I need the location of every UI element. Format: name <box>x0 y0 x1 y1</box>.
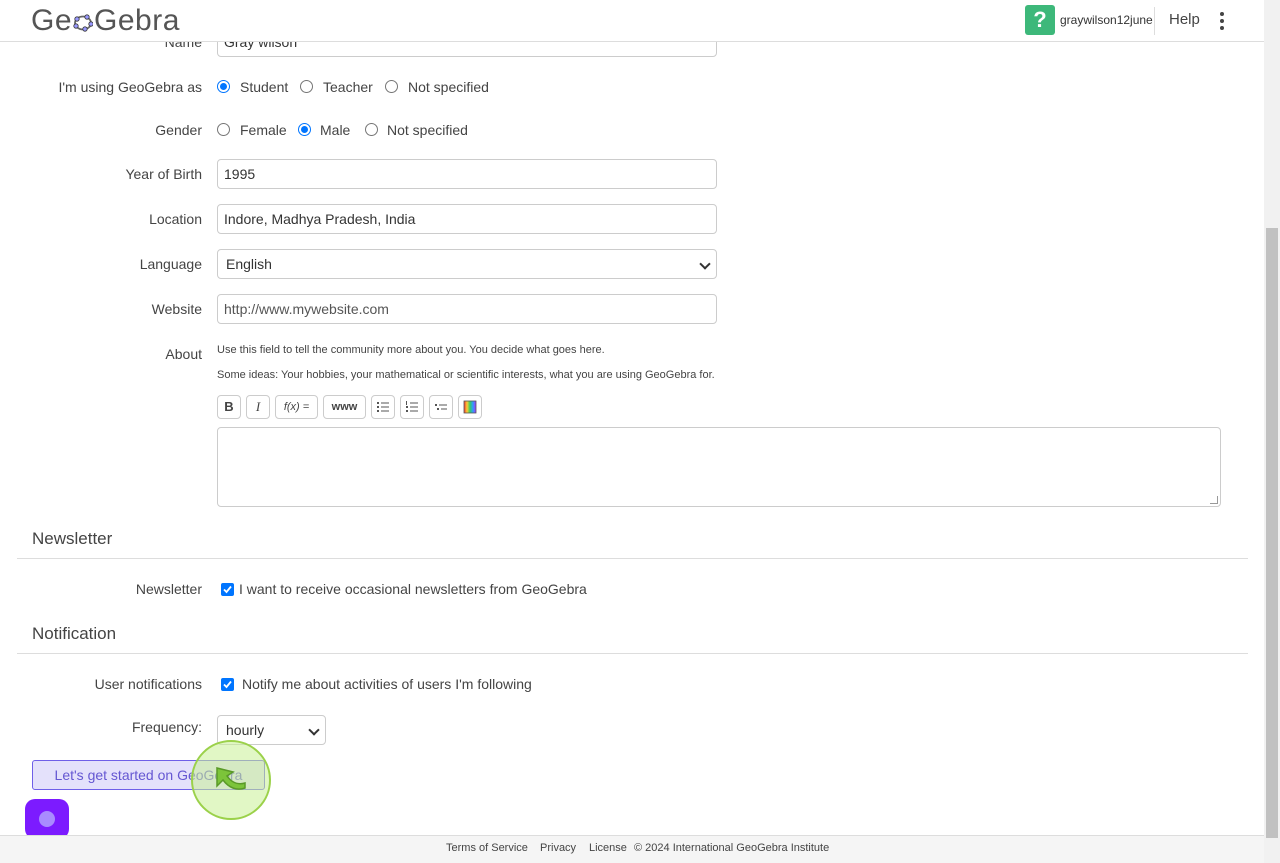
user-notifications-checkbox-label: Notify me about activities of users I'm … <box>242 676 532 692</box>
numbered-list-button[interactable] <box>400 395 424 419</box>
indent-list-icon <box>435 404 447 410</box>
radio-gender-not-specified[interactable] <box>365 123 378 136</box>
color-button[interactable] <box>458 395 482 419</box>
language-select[interactable]: English <box>217 249 717 279</box>
newsletter-section-title: Newsletter <box>32 529 113 548</box>
user-notifications-label: User notifications <box>94 676 202 692</box>
bold-button[interactable]: B <box>217 395 241 419</box>
website-input[interactable]: http://www.mywebsite.com <box>217 294 717 324</box>
website-label: Website <box>151 301 202 317</box>
logo-ellipse-icon <box>73 6 94 32</box>
bullet-list-button[interactable] <box>371 395 395 419</box>
about-label: About <box>165 346 202 362</box>
top-header: Ge Gebra ? graywilson12june Help <box>0 0 1264 42</box>
logo-text-right: Gebra <box>94 4 180 37</box>
italic-button[interactable]: I <box>246 395 270 419</box>
location-input[interactable]: Indore, Madhya Pradesh, India <box>217 204 717 234</box>
scrollbar-thumb[interactable] <box>1266 228 1278 838</box>
using-as-label: I'm using GeoGebra as <box>58 79 202 95</box>
click-highlight <box>191 740 271 820</box>
header-divider <box>1154 7 1155 35</box>
newsletter-divider <box>17 558 1248 559</box>
terms-link[interactable]: Terms of Service <box>446 842 528 854</box>
numbered-list-icon <box>406 401 418 412</box>
radio-female[interactable] <box>217 123 230 136</box>
year-of-birth-input[interactable]: 1995 <box>217 159 717 189</box>
newsletter-checkbox[interactable] <box>221 583 234 596</box>
radio-teacher[interactable] <box>300 80 313 93</box>
radio-female-label: Female <box>240 122 287 138</box>
license-link[interactable]: License <box>589 842 627 854</box>
user-notifications-checkbox[interactable] <box>221 678 234 691</box>
newsletter-checkbox-label: I want to receive occasional newsletters… <box>239 581 587 597</box>
notification-section-title: Notification <box>32 624 117 643</box>
indent-list-button[interactable] <box>429 395 453 419</box>
radio-teacher-label: Teacher <box>323 79 373 95</box>
resize-handle-icon[interactable] <box>1210 496 1218 504</box>
bullet-list-icon <box>377 402 389 412</box>
about-textarea[interactable] <box>217 427 1221 507</box>
checkmark-icon <box>223 680 232 689</box>
radio-male-label: Male <box>320 122 351 138</box>
chat-widget-button[interactable] <box>25 799 69 839</box>
radio-using-not-specified-label: Not specified <box>408 79 489 95</box>
help-link[interactable]: Help <box>1169 11 1200 28</box>
newsletter-label: Newsletter <box>135 581 202 597</box>
notification-divider <box>17 653 1248 654</box>
more-options-icon[interactable] <box>1213 10 1231 32</box>
color-palette-icon <box>463 400 477 414</box>
year-of-birth-label: Year of Birth <box>125 166 202 182</box>
logo-text-left: Ge <box>31 4 73 37</box>
radio-gender-not-specified-label: Not specified <box>387 122 468 138</box>
username-link[interactable]: graywilson12june <box>1060 13 1153 27</box>
copyright-text: © 2024 International GeoGebra Institute <box>634 842 830 854</box>
gender-label: Gender <box>155 122 202 138</box>
frequency-select-value: hourly <box>226 722 265 738</box>
formula-button[interactable]: f(x) = <box>275 395 318 419</box>
help-question-icon[interactable]: ? <box>1025 5 1055 35</box>
language-label: Language <box>139 256 202 272</box>
about-hint-2: Some ideas: Your hobbies, your mathemati… <box>217 369 715 381</box>
cursor-arrow-icon <box>216 767 246 790</box>
location-label: Location <box>149 211 202 227</box>
radio-student-label: Student <box>240 79 289 95</box>
chevron-down-icon <box>308 724 320 736</box>
link-button[interactable]: www <box>323 395 366 419</box>
footer: Terms of Service Privacy License © 2024 … <box>0 835 1264 863</box>
chevron-down-icon <box>699 258 711 270</box>
checkmark-icon <box>223 585 232 594</box>
about-hint-1: Use this field to tell the community mor… <box>217 344 605 356</box>
frequency-label: Frequency: <box>131 719 202 735</box>
radio-using-not-specified[interactable] <box>385 80 398 93</box>
chat-icon <box>39 811 55 827</box>
language-select-value: English <box>226 256 272 272</box>
radio-student[interactable] <box>217 80 230 93</box>
radio-male[interactable] <box>298 123 311 136</box>
privacy-link[interactable]: Privacy <box>540 842 576 854</box>
geogebra-logo[interactable]: Ge Gebra <box>31 4 180 38</box>
